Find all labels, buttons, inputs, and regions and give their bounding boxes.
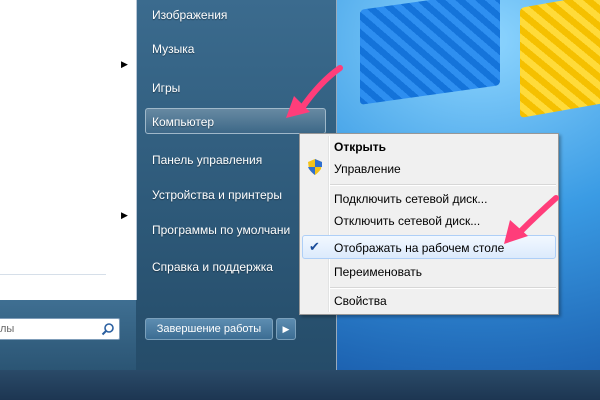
shutdown-options-button[interactable]: ▶ (276, 318, 296, 340)
ctx-item-manage[interactable]: Управление (334, 162, 401, 176)
start-menu-programs-pane: ▶ ▶ (0, 0, 137, 300)
submenu-arrow-icon[interactable]: ▶ (121, 210, 128, 221)
shutdown-button[interactable]: Завершение работы (145, 318, 273, 340)
separator (330, 287, 556, 289)
menu-item-default-programs[interactable]: Программы по умолчани (152, 223, 290, 237)
wallpaper-flag-yellow (520, 0, 600, 118)
menu-item-control-panel[interactable]: Панель управления (152, 153, 262, 167)
menu-item-help-support[interactable]: Справка и поддержка (152, 260, 273, 274)
annotation-arrow-icon (286, 65, 343, 118)
ctx-item-rename[interactable]: Переименовать (334, 265, 422, 279)
wallpaper-flag-blue (360, 0, 500, 105)
menu-item-games[interactable]: Игры (152, 81, 180, 95)
search-placeholder: лы (0, 323, 15, 335)
ctx-item-disconnect-drive[interactable]: Отключить сетевой диск... (334, 214, 480, 228)
chevron-right-icon: ▶ (282, 324, 290, 334)
search-input[interactable]: лы (0, 318, 120, 340)
menu-item-music[interactable]: Музыка (152, 42, 194, 56)
separator (330, 184, 556, 186)
check-icon: ✔ (309, 239, 320, 254)
ctx-item-map-drive[interactable]: Подключить сетевой диск... (334, 192, 487, 206)
menu-item-pictures[interactable]: Изображения (152, 8, 227, 22)
annotation-arrow-icon (504, 195, 559, 244)
menu-item-devices-printers[interactable]: Устройства и принтеры (152, 188, 282, 202)
shield-icon (308, 159, 322, 175)
ctx-item-open[interactable]: Открыть (334, 140, 386, 154)
search-icon[interactable] (101, 322, 115, 336)
icon-gutter (328, 136, 330, 312)
ctx-item-properties[interactable]: Свойства (334, 294, 387, 308)
taskbar (0, 370, 600, 400)
menu-item-computer[interactable]: Компьютер (152, 115, 214, 129)
ctx-item-show-on-desktop[interactable]: Отображать на рабочем столе (334, 241, 504, 255)
submenu-arrow-icon[interactable]: ▶ (121, 59, 128, 70)
divider (0, 274, 106, 275)
